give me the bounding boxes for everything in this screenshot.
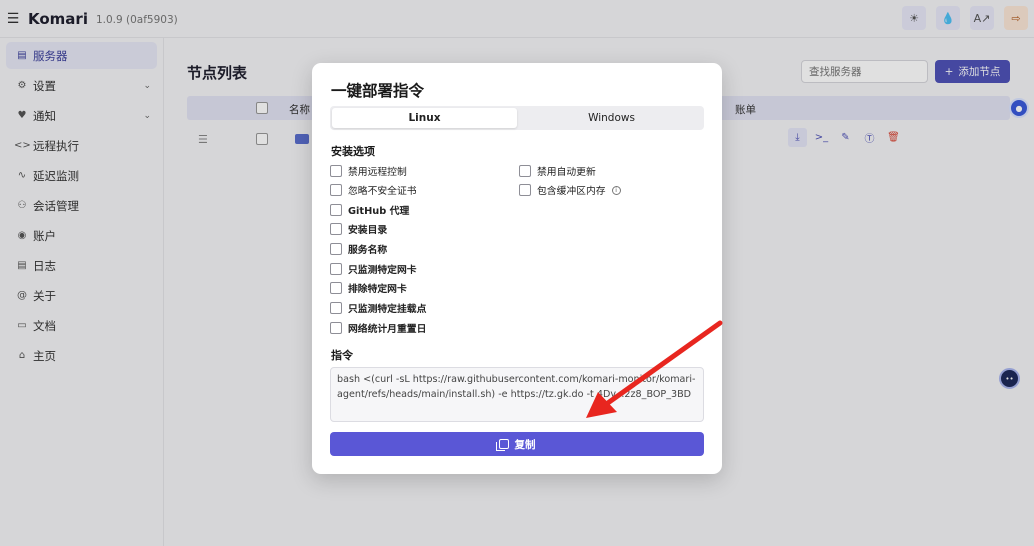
dialog-title: 一键部署指令 [331, 82, 425, 100]
option-include-mountpoint[interactable]: 只监测特定挂载点 [330, 301, 426, 315]
checkbox[interactable] [330, 302, 342, 314]
copy-label: 复制 [514, 438, 536, 451]
option-install-dir[interactable]: 安装目录 [330, 222, 387, 236]
tab-windows[interactable]: Windows [519, 108, 704, 128]
option-github-proxy[interactable]: GitHub 代理 [330, 203, 409, 217]
os-tabs: Linux Windows [330, 106, 704, 130]
option-ignore-insecure-cert[interactable]: 忽略不安全证书 [330, 183, 417, 197]
options-heading: 安装选项 [331, 145, 375, 158]
copy-icon [495, 439, 509, 451]
command-textbox[interactable]: bash <(curl -sL https://raw.githubuserco… [330, 367, 704, 422]
deploy-command-dialog: 一键部署指令 Linux Windows 安装选项 禁用远程控制 忽略不安全证书… [312, 63, 722, 474]
checkbox[interactable] [519, 165, 531, 177]
checkbox[interactable] [330, 184, 342, 196]
option-month-rotate[interactable]: 网络统计月重置日 [330, 321, 426, 335]
checkbox[interactable] [330, 263, 342, 275]
checkbox[interactable] [519, 184, 531, 196]
tab-linux[interactable]: Linux [332, 108, 517, 128]
checkbox[interactable] [330, 282, 342, 294]
info-icon[interactable]: i [611, 185, 621, 195]
checkbox[interactable] [330, 243, 342, 255]
option-service-name[interactable]: 服务名称 [330, 242, 387, 256]
command-heading: 指令 [331, 349, 353, 362]
option-include-nic[interactable]: 只监测特定网卡 [330, 262, 417, 276]
option-memory-include-cache[interactable]: 包含缓冲区内存 i [519, 183, 621, 197]
option-exclude-nic[interactable]: 排除特定网卡 [330, 281, 407, 295]
checkbox[interactable] [330, 165, 342, 177]
checkbox[interactable] [330, 223, 342, 235]
option-disable-auto-update[interactable]: 禁用自动更新 [519, 164, 596, 178]
option-disable-remote-control[interactable]: 禁用远程控制 [330, 164, 407, 178]
copy-button[interactable]: 复制 [330, 432, 704, 456]
checkbox[interactable] [330, 322, 342, 334]
checkbox[interactable] [330, 204, 342, 216]
